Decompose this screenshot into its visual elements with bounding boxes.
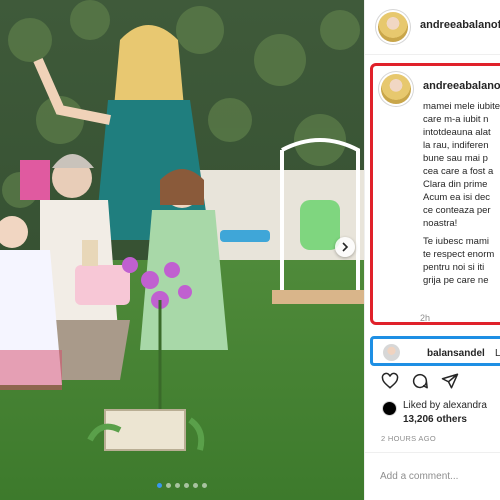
heart-icon[interactable] [381, 372, 399, 390]
post-photo [0, 0, 364, 500]
carousel-dot [184, 483, 189, 488]
like-count[interactable]: 13,206 others [403, 414, 467, 425]
caption-line: ce conteaza per [423, 205, 491, 216]
comment-text: La [495, 348, 500, 359]
comment-username[interactable]: balansandel [427, 348, 485, 359]
caption-text: mamei mele iubite care m-a iubit n intot… [423, 100, 500, 287]
comment-icon[interactable] [411, 372, 429, 390]
caption-line: la rau, indiferen [423, 140, 489, 151]
caption-author-avatar[interactable] [381, 74, 411, 104]
caption-line: intotdeauna alat [423, 127, 491, 138]
share-icon[interactable] [441, 372, 459, 390]
caption-line: pentru noi si iti [423, 262, 485, 273]
posted-timestamp[interactable]: 2 HOURS AGO [381, 434, 436, 443]
carousel-dots [0, 483, 364, 488]
caption-line: Clara din prime [423, 179, 488, 190]
post-header: andreeabalanoff [365, 0, 500, 55]
add-comment-bar: Add a comment... [365, 452, 500, 500]
liked-by-text[interactable]: Liked by alexandra [403, 400, 487, 411]
commenter-avatar[interactable] [383, 344, 400, 361]
comment-highlight: balansandel La [370, 336, 500, 366]
caption-line: grija pe care ne [423, 275, 489, 286]
author-avatar[interactable] [378, 12, 408, 42]
caption-line: care m-a iubit n [423, 114, 489, 125]
caption-line: noastra! [423, 218, 458, 229]
caption-line: Acum ea isi dec [423, 192, 491, 203]
caption-line: cea care a fost a [423, 166, 494, 177]
carousel-dot [175, 483, 180, 488]
header-username[interactable]: andreeabalanoff [420, 19, 500, 31]
carousel-dot [166, 483, 171, 488]
chevron-right-icon [342, 242, 349, 252]
caption-line: Te iubesc mami [423, 236, 489, 247]
add-comment-input[interactable]: Add a comment... [380, 471, 458, 482]
caption-highlight: andreeabalanoff mamei mele iubite care m… [370, 63, 500, 325]
action-bar [381, 372, 459, 390]
post-sidebar: andreeabalanoff andreeabalanoff mamei me… [364, 0, 500, 500]
liker-avatar[interactable] [382, 401, 397, 416]
carousel-dot [202, 483, 207, 488]
caption-line: mamei mele iubite [423, 101, 500, 112]
caption-time: 2h [420, 313, 431, 323]
carousel-dot [193, 483, 198, 488]
carousel-next-button[interactable] [335, 237, 355, 257]
carousel-dot [157, 483, 162, 488]
caption-line: te respect enorm [423, 249, 495, 260]
caption-line: bune sau mai p [423, 153, 488, 164]
caption-username[interactable]: andreeabalanoff [423, 80, 500, 92]
